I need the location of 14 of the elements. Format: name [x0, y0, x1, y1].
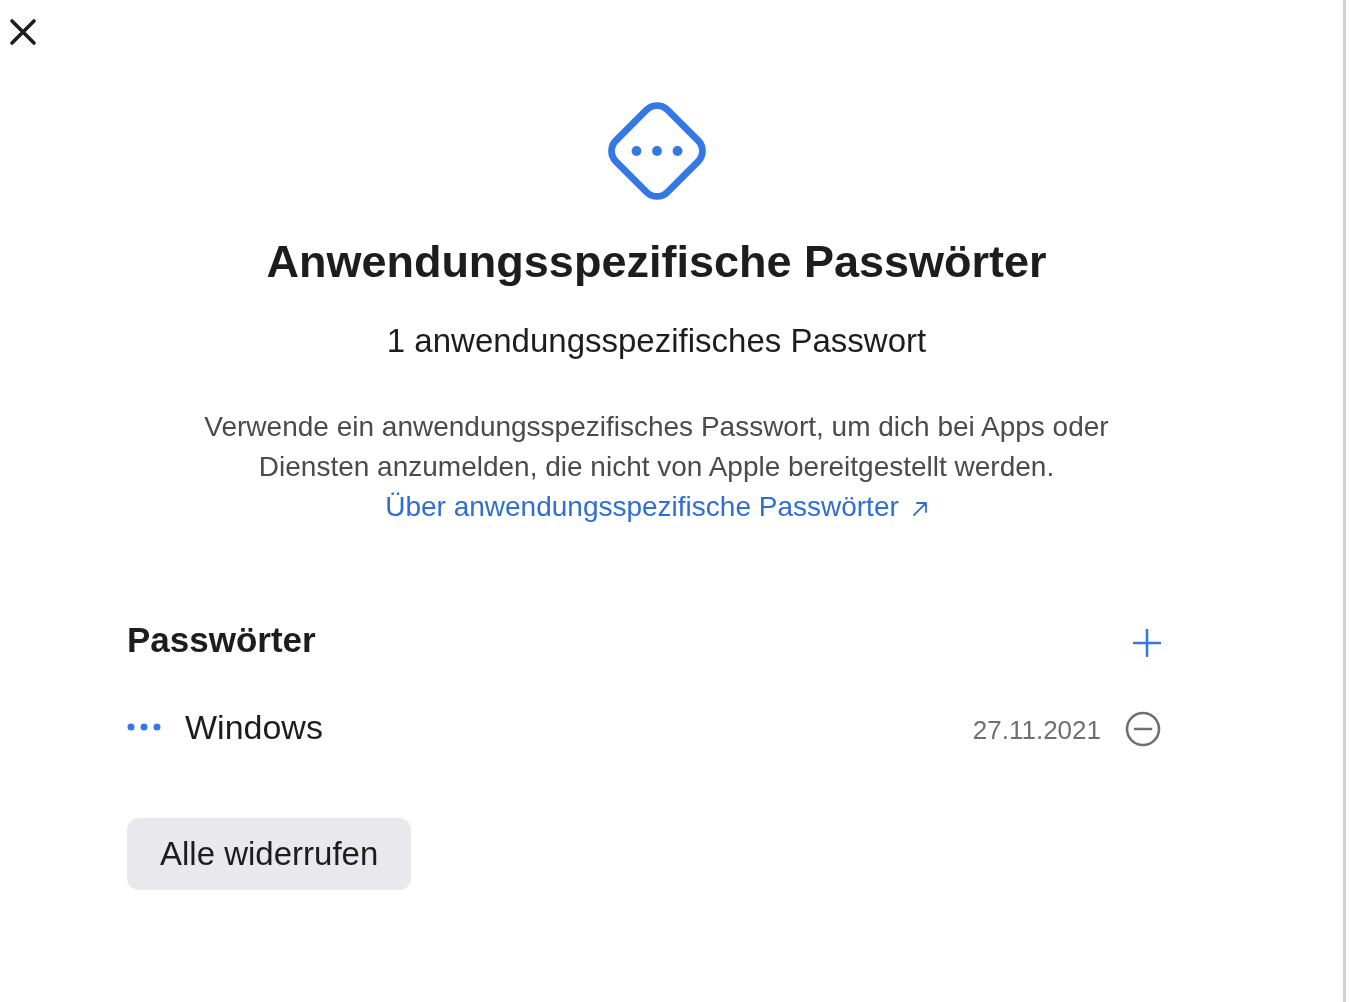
section-title: Passwörter: [127, 619, 316, 661]
password-date: 27.11.2021: [972, 714, 1101, 747]
password-count: 1 anwendungsspezifisches Passwort: [386, 321, 927, 361]
dots-icon: [127, 723, 161, 731]
plus-icon[interactable]: [1133, 629, 1161, 657]
minus-circle-icon[interactable]: [1125, 711, 1161, 747]
diamond-dots-icon: [607, 102, 706, 200]
page-title: Anwendungsspezifische Passwörter: [266, 236, 1047, 288]
arrow-icon: [911, 501, 928, 517]
about-link[interactable]: Über anwendungsspezifische Passwörter: [385, 487, 928, 527]
description-text: Verwende ein anwendungsspezifisches Passwort, um dich bei Apps oder Diensten anzumelden, die nicht von Apple bereitgestellt werden.: [203, 410, 1110, 484]
close-icon[interactable]: [9, 18, 37, 46]
password-name: Windows: [185, 707, 323, 747]
revoke-all-button[interactable]: Alle widerrufen: [127, 818, 412, 890]
